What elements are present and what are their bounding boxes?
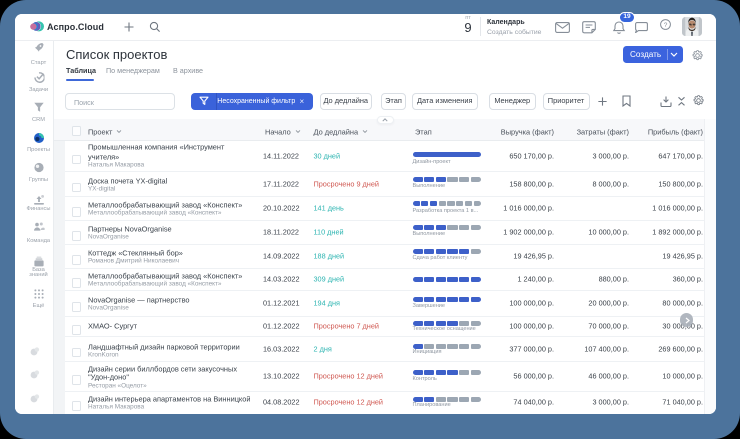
svg-text:?: ? [663, 21, 667, 28]
